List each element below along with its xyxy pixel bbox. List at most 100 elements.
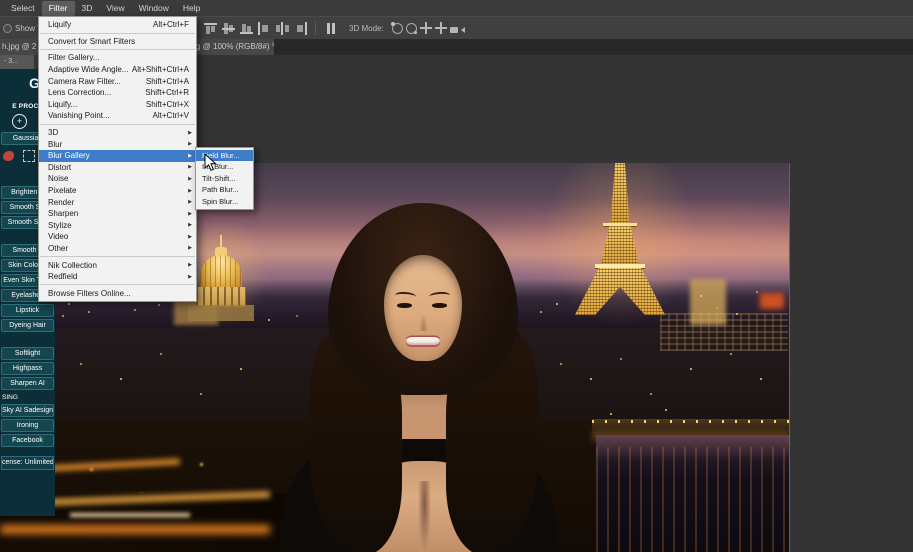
- filter-menu-item[interactable]: Pixelate ▶: [39, 185, 196, 197]
- panel-section-label: SING: [2, 394, 18, 401]
- filter-menu-item[interactable]: Browse Filters Online...: [39, 287, 196, 299]
- panel-gap: [0, 334, 55, 347]
- menu-item-label: Pixelate: [48, 186, 77, 196]
- filter-menu-item[interactable]: Redfield ▶: [39, 271, 196, 283]
- menu-item-label: 3D: [48, 128, 59, 138]
- menu-select[interactable]: Select: [4, 1, 42, 16]
- align-right-edges-icon[interactable]: [293, 21, 308, 35]
- align-left-edges-icon[interactable]: [257, 21, 272, 35]
- submenu-arrow-icon: ▶: [188, 199, 192, 206]
- distribute-spacing-icon[interactable]: [323, 21, 338, 35]
- panel-button[interactable]: Sharpen AI: [1, 377, 54, 390]
- mode-3d-label: 3D Mode:: [349, 23, 384, 33]
- filter-menu-item[interactable]: 3D ▶: [39, 127, 196, 139]
- orbit-3d-icon[interactable]: [390, 22, 403, 34]
- panel-button[interactable]: Softlight: [1, 347, 54, 360]
- roll-3d-icon[interactable]: [405, 23, 417, 34]
- submenu-arrow-icon: ▶: [188, 164, 192, 171]
- menu-item-label: Render: [48, 197, 75, 207]
- panel-button[interactable]: Facebook: [1, 434, 54, 447]
- menu-item-label: Adaptive Wide Angle...: [48, 65, 129, 75]
- filter-menu-item[interactable]: Render ▶: [39, 196, 196, 208]
- filter-menu-item[interactable]: Liquify Alt+Ctrl+F: [39, 19, 196, 31]
- menu-item-label: Nik Collection: [48, 260, 97, 270]
- filter-menu-item[interactable]: Distort ▶: [39, 162, 196, 174]
- menu-separator: [40, 123, 195, 125]
- menu-item-shortcut: Shift+Ctrl+R: [145, 88, 189, 98]
- options-icons: 3D Mode:: [203, 21, 465, 35]
- menu-separator: [40, 284, 195, 286]
- menu-item-label: Redfield: [48, 272, 78, 282]
- filter-menu-item[interactable]: Vanishing Point... Alt+Ctrl+V: [39, 110, 196, 122]
- separator: [315, 21, 316, 35]
- camera-3d-icon[interactable]: [449, 26, 465, 33]
- filter-menu-item[interactable]: Sharpen ▶: [39, 208, 196, 220]
- menu-item-label: Video: [48, 232, 69, 242]
- menu-item-shortcut: Shift+Ctrl+X: [145, 99, 189, 109]
- submenu-arrow-icon: ▶: [188, 187, 192, 194]
- panel-button[interactable]: Highpass: [1, 362, 54, 375]
- photo-light-trail: [70, 513, 190, 517]
- woman-chest-shadow: [418, 481, 431, 552]
- menu-item-label: Liquify...: [48, 99, 78, 109]
- submenu-arrow-icon: ▶: [188, 129, 192, 136]
- filter-menu-item[interactable]: Other ▶: [39, 243, 196, 255]
- submenu-arrow-icon: ▶: [188, 262, 192, 269]
- submenu-arrow-icon: ▶: [188, 210, 192, 217]
- menu-view[interactable]: View: [99, 1, 131, 16]
- filter-menu-item[interactable]: Noise ▶: [39, 173, 196, 185]
- eye: [397, 303, 412, 308]
- submenu-arrow-icon: ▶: [188, 245, 192, 252]
- filter-menu-item[interactable]: Camera Raw Filter... Shift+Ctrl+A: [39, 75, 196, 87]
- menu-item-label: Vanishing Point...: [48, 111, 110, 121]
- eiffel-tower: [538, 163, 702, 335]
- panel-button[interactable]: Lipstick: [1, 304, 54, 317]
- menu-item-label: Camera Raw Filter...: [48, 76, 121, 86]
- filter-menu-item[interactable]: Convert for Smart Filters: [39, 36, 196, 48]
- menu-window[interactable]: Window: [132, 1, 176, 16]
- filter-menu-item[interactable]: Blur ▶: [39, 138, 196, 150]
- tab-title: h.jpg @ 2: [2, 42, 37, 51]
- filter-menu-item[interactable]: Video ▶: [39, 231, 196, 243]
- close-icon[interactable]: ×: [271, 40, 274, 49]
- menu-3d[interactable]: 3D: [75, 1, 100, 16]
- panel-button[interactable]: Dyeing Hair: [1, 319, 54, 332]
- menu-help[interactable]: Help: [176, 1, 207, 16]
- menu-filter[interactable]: Filter: [41, 0, 75, 16]
- panel-button[interactable]: Sky AI Sadesign: [1, 404, 54, 417]
- eyebrow: [428, 291, 451, 301]
- panel-button[interactable]: Ironing: [1, 419, 54, 432]
- filter-menu-item[interactable]: Adaptive Wide Angle... Alt+Shift+Ctrl+A: [39, 64, 196, 76]
- menu-item-label: Other: [48, 243, 69, 253]
- filter-dropdown-menu: Liquify Alt+Ctrl+F Convert for Smart Filte…: [38, 16, 197, 303]
- submenu-arrow-icon: ▶: [188, 273, 192, 280]
- submenu-item[interactable]: Path Blur...: [196, 184, 253, 195]
- drag-3d-icon[interactable]: [419, 22, 432, 34]
- marquee-icon[interactable]: [23, 150, 35, 162]
- filter-menu-item[interactable]: Nik Collection ▶: [39, 259, 196, 271]
- menu-item-shortcut: Alt+Ctrl+V: [152, 111, 189, 121]
- menu-item-shortcut: Alt+Shift+Ctrl+A: [131, 65, 189, 75]
- slide-3d-icon[interactable]: [434, 22, 447, 34]
- align-vertical-centers-icon[interactable]: [221, 21, 236, 35]
- filter-menu-item[interactable]: Stylize ▶: [39, 220, 196, 232]
- menu-item-label: Blur Gallery: [48, 151, 90, 161]
- align-bottom-edges-icon[interactable]: [239, 21, 254, 35]
- align-horizontal-centers-icon[interactable]: [275, 21, 290, 35]
- license-status: cense: Unlimited: [1, 456, 54, 470]
- filter-menu-item[interactable]: Blur Gallery ▶: [39, 149, 196, 162]
- submenu-arrow-icon: ▶: [188, 233, 192, 240]
- filter-menu-item[interactable]: Filter Gallery...: [39, 52, 196, 64]
- filter-menu-item[interactable]: Lens Correction... Shift+Ctrl+R: [39, 87, 196, 99]
- checkbox-icon[interactable]: [3, 24, 12, 33]
- submenu-arrow-icon: ▶: [188, 222, 192, 229]
- nose-shadow: [419, 313, 428, 331]
- brush-icon[interactable]: [3, 151, 14, 161]
- filter-menu-item[interactable]: Liquify... Shift+Ctrl+X: [39, 99, 196, 111]
- submenu-item[interactable]: Spin Blur...: [196, 196, 253, 207]
- fan-icon[interactable]: +: [12, 114, 27, 129]
- portrait-woman: [270, 203, 570, 552]
- panel-tab[interactable]: - 3...: [0, 55, 34, 69]
- align-top-edges-icon[interactable]: [203, 21, 218, 35]
- document-tab[interactable]: h.jpg @ 2: [0, 38, 40, 55]
